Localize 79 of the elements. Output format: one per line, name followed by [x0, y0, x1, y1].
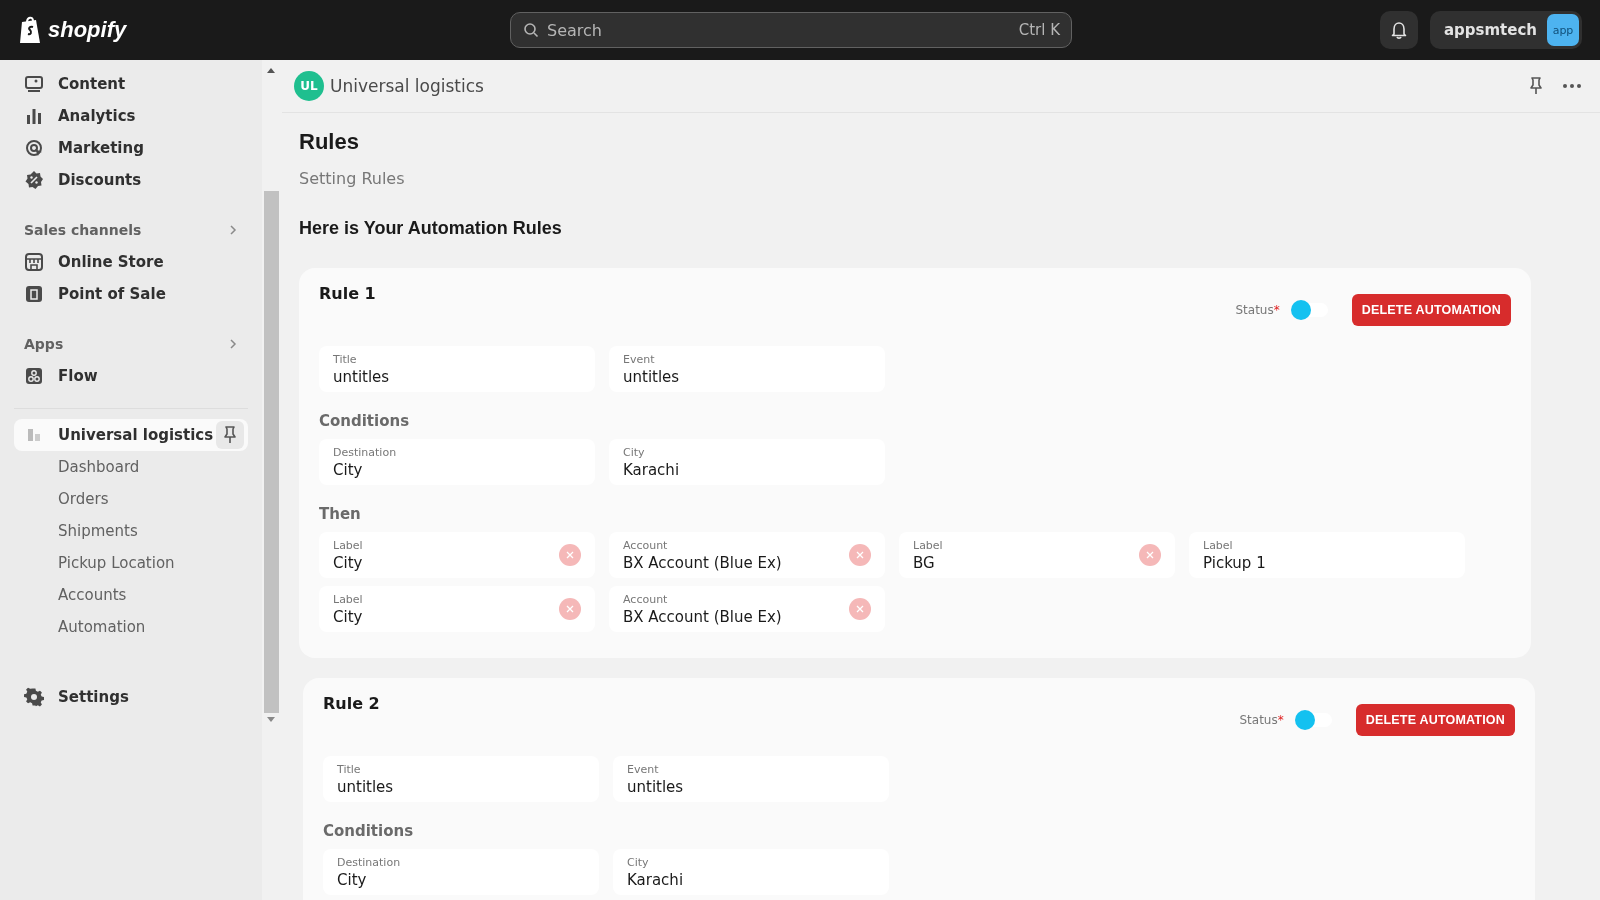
- input-field[interactable]: Title untitles: [323, 756, 599, 802]
- bar-chart-icon: [24, 106, 44, 126]
- remove-button[interactable]: [559, 544, 581, 566]
- store-icon: [24, 252, 44, 272]
- shortcut-hint: Ctrl K: [1018, 21, 1060, 39]
- sidebar-item[interactable]: Point of Sale: [14, 278, 248, 310]
- sidebar-item[interactable]: Content: [14, 68, 248, 100]
- input-field[interactable]: City Karachi: [609, 439, 885, 485]
- monitor-icon: [24, 74, 44, 94]
- scroll-down-icon[interactable]: [267, 717, 275, 722]
- sidebar-item[interactable]: Analytics: [14, 100, 248, 132]
- search-icon: [523, 22, 539, 38]
- sidebar-item[interactable]: Online Store: [14, 246, 248, 278]
- close-icon: [856, 605, 864, 613]
- badge-icon: [24, 170, 44, 190]
- app-title: Universal logistics: [330, 76, 484, 96]
- input-field[interactable]: Title untitles: [319, 346, 595, 392]
- store-menu-button[interactable]: appsmtech app: [1429, 11, 1582, 49]
- sidebar-item[interactable]: Universal logistics: [14, 419, 248, 451]
- remove-button[interactable]: [1139, 544, 1161, 566]
- chevron-right-icon[interactable]: [228, 225, 238, 235]
- remove-button[interactable]: [559, 598, 581, 620]
- flow-icon: [24, 366, 44, 386]
- phone-icon: [24, 284, 44, 304]
- sidebar-subitem[interactable]: Pickup Location: [14, 547, 181, 579]
- close-icon: [856, 551, 864, 559]
- input-field[interactable]: Account BX Account (Blue Ex): [609, 532, 885, 578]
- status-toggle[interactable]: [1297, 713, 1332, 727]
- chevron-right-icon[interactable]: [228, 339, 238, 349]
- status-toggle[interactable]: [1293, 303, 1328, 317]
- input-field[interactable]: Label Pickup 1: [1189, 532, 1465, 578]
- section-title: Then: [319, 505, 362, 523]
- app-avatar: UL: [294, 71, 324, 101]
- rule-title: Rule 2: [323, 694, 380, 713]
- store-badge: app: [1547, 14, 1579, 46]
- status-label: Status*: [1239, 713, 1284, 727]
- page-subtitle: Setting Rules: [299, 169, 406, 188]
- input-field[interactable]: Event untitles: [613, 756, 889, 802]
- remove-button[interactable]: [849, 544, 871, 566]
- sidebar-item[interactable]: Flow: [14, 360, 248, 392]
- sidebar-item[interactable]: Discounts: [14, 164, 248, 196]
- scrollbar-thumb[interactable]: [263, 191, 279, 713]
- close-icon: [1146, 551, 1154, 559]
- input-field[interactable]: Account BX Account (Blue Ex): [609, 586, 885, 632]
- close-icon: [566, 551, 574, 559]
- page-title: Rules: [299, 129, 360, 155]
- target-icon: [24, 138, 44, 158]
- settings-link[interactable]: Settings: [14, 681, 248, 713]
- input-field[interactable]: Destination City: [323, 849, 599, 895]
- section-title: Conditions: [323, 822, 415, 840]
- section-title: Conditions: [319, 412, 411, 430]
- section-heading: Here is Your Automation Rules: [299, 218, 563, 239]
- sidebar-subitem[interactable]: Accounts: [14, 579, 133, 611]
- more-icon[interactable]: [1562, 83, 1582, 89]
- delete-automation-button[interactable]: DELETE AUTOMATION: [1355, 704, 1515, 736]
- logo-text: shopify: [48, 17, 127, 43]
- input-field[interactable]: Label City: [319, 532, 595, 578]
- delete-automation-button[interactable]: DELETE AUTOMATION: [1351, 294, 1511, 326]
- sidebar-subitem[interactable]: Orders: [14, 483, 115, 515]
- sidebar-subitem[interactable]: Dashboard: [14, 451, 146, 483]
- input-field[interactable]: Label City: [319, 586, 595, 632]
- close-icon: [566, 605, 574, 613]
- status-label: Status*: [1235, 303, 1280, 317]
- remove-button[interactable]: [849, 598, 871, 620]
- input-field[interactable]: Event untitles: [609, 346, 885, 392]
- sidebar-subitem[interactable]: Automation: [14, 611, 152, 643]
- input-field[interactable]: City Karachi: [613, 849, 889, 895]
- input-field[interactable]: Label BG: [899, 532, 1175, 578]
- app-name: Universal logistics: [58, 426, 214, 444]
- notifications-button[interactable]: [1379, 11, 1418, 49]
- input-field[interactable]: Destination City: [319, 439, 595, 485]
- pin-button[interactable]: [216, 421, 244, 449]
- settings-icon: [24, 687, 44, 707]
- section-heading: Sales channels: [24, 222, 142, 238]
- rule-title: Rule 1: [319, 284, 376, 303]
- section-heading: Apps: [24, 336, 64, 352]
- sidebar-item[interactable]: Marketing: [14, 132, 248, 164]
- scroll-up-icon[interactable]: [267, 68, 275, 73]
- sidebar-subitem[interactable]: Shipments: [14, 515, 144, 547]
